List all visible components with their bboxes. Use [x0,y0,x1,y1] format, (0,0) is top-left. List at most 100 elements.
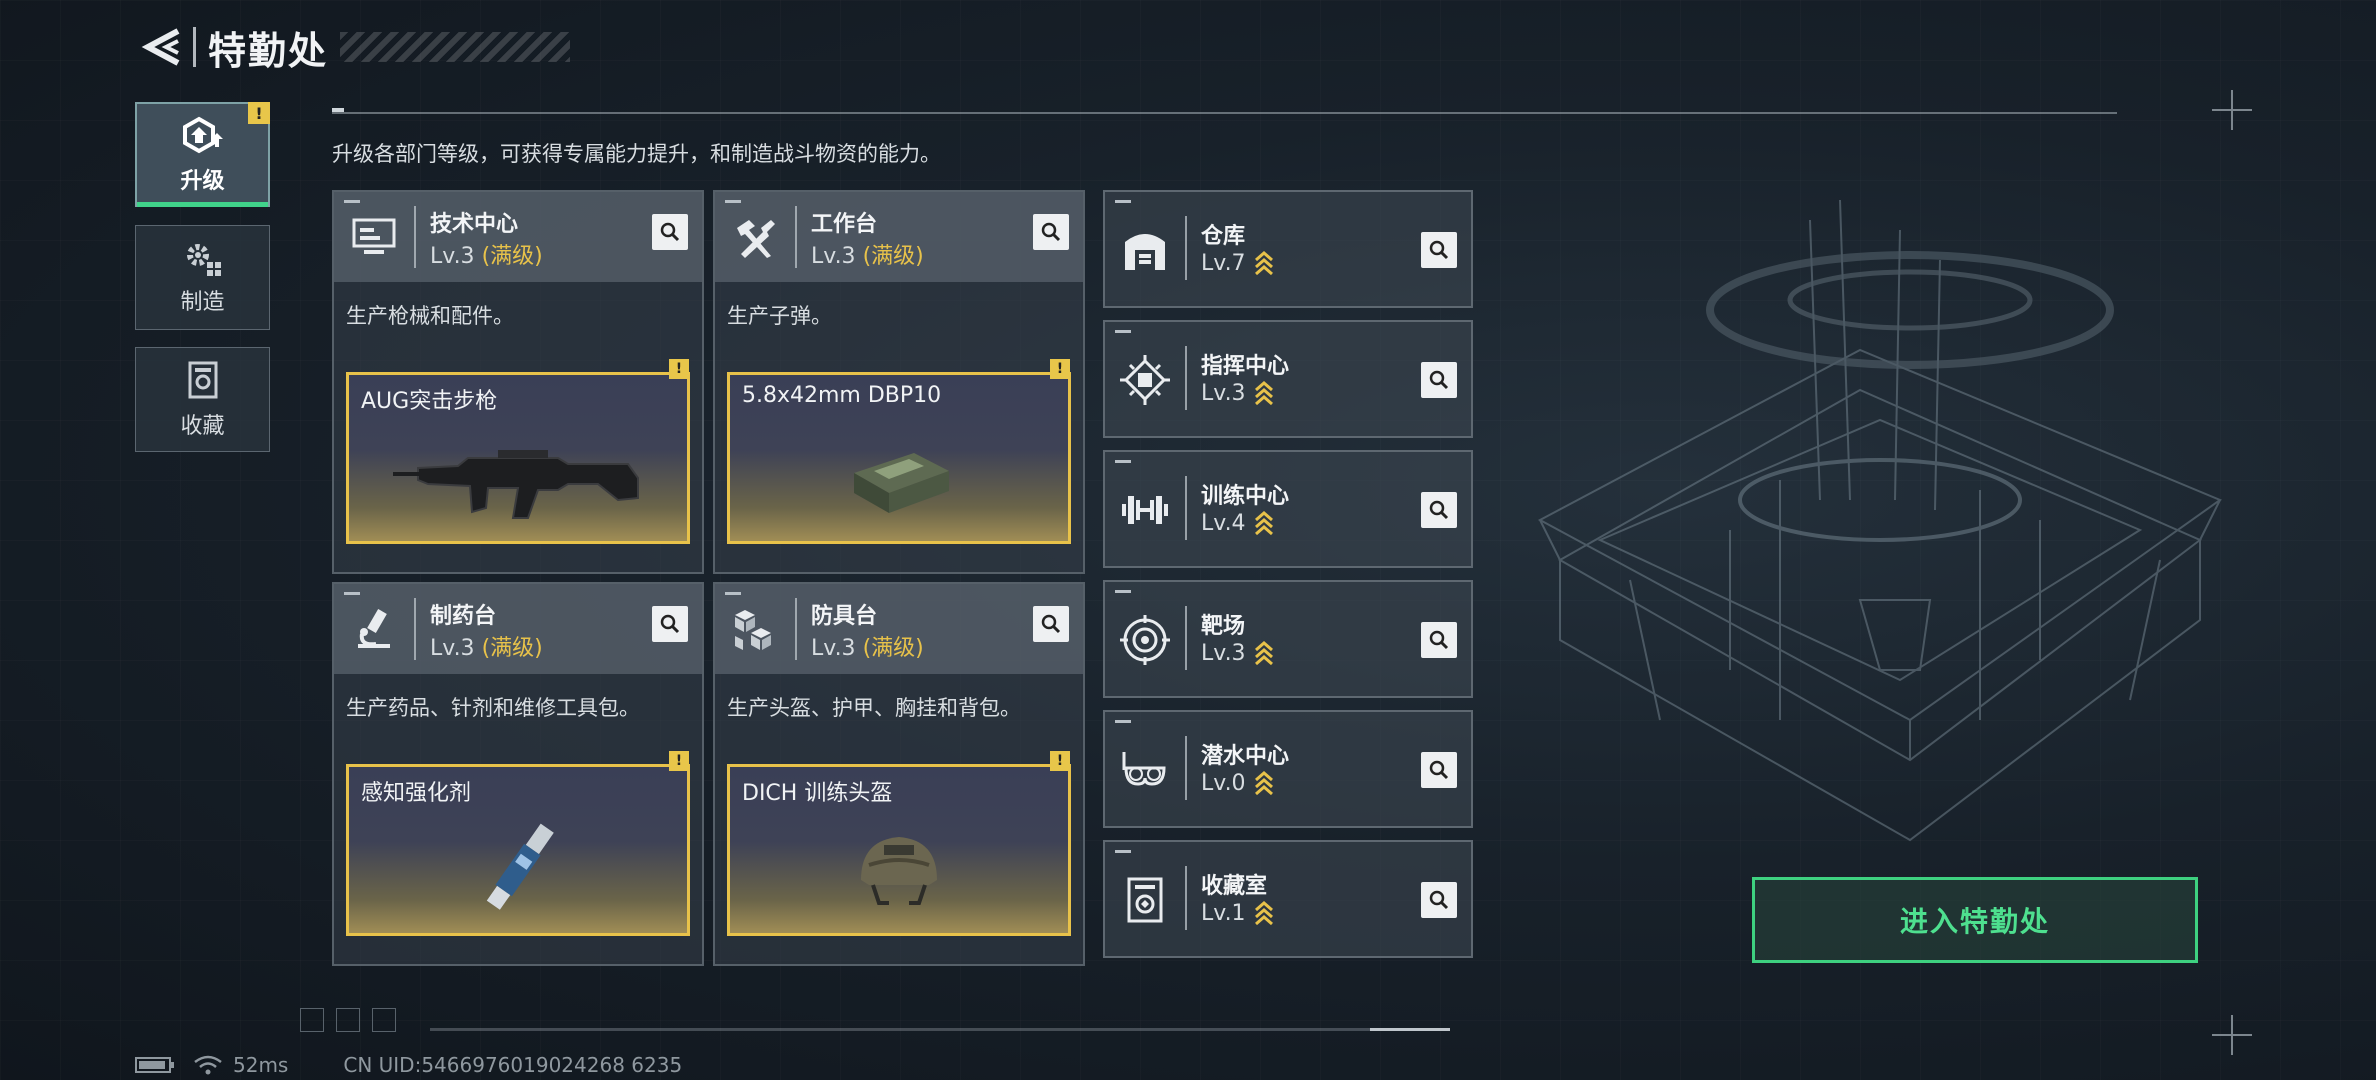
card-divider [414,206,416,268]
workstation-card-pharmacy[interactable]: 制药台 Lv.3 (满级) 生产药品、针剂和维修工具包。 ! 感知强化剂 [332,582,704,966]
upgrade-chevron-icon [1254,511,1273,536]
card-header: 制药台 Lv.3 (满级) [334,584,702,674]
card-divider [795,598,797,660]
workstation-level: Lv.3 (满级) [811,630,924,662]
corner-mark [725,200,741,203]
injector-icon [349,807,687,933]
workstation-name: 技术中心 [430,212,519,237]
search-icon [660,614,680,634]
enter-special-ops-button[interactable]: 进入特勤处 [1752,877,2198,963]
inspect-button[interactable] [1421,492,1457,528]
tab-collection[interactable]: 收藏 [135,347,270,452]
target-icon [1117,612,1173,668]
page-description: 升级各部门等级，可获得专属能力提升，和制造战斗物资的能力。 [332,142,941,166]
bottom-decoration [300,1008,396,1032]
level-value: Lv.3 [811,636,856,661]
product-alert-badge: ! [1050,359,1070,379]
facility-divider [1185,476,1187,540]
back-button[interactable] [135,22,185,72]
level-value: Lv.3 [430,636,475,661]
header: 特勤处 [135,22,571,73]
workstation-description: 生产头盔、护甲、胸挂和背包。 [727,696,1021,720]
product-alert-badge: ! [669,359,689,379]
tab-upgrade[interactable]: 升级 ! [135,102,270,207]
max-level-label: (满级) [481,244,543,269]
level-value: Lv.4 [1201,510,1246,536]
level-value: Lv.0 [1201,770,1246,796]
dumbbell-icon [1117,482,1173,538]
facility-collection-room[interactable]: 收藏室 Lv.1 [1103,840,1473,958]
facility-command-center[interactable]: 指挥中心 Lv.3 [1103,320,1473,438]
divider-mark [332,108,344,112]
collection-room-icon [1117,872,1173,928]
back-arrow-icon [141,28,180,66]
workstation-card-armor-bench[interactable]: 防具台 Lv.3 (满级) 生产头盔、护甲、胸挂和背包。 ! DICH 训练头盔 [713,582,1085,966]
search-icon [1041,222,1061,242]
upgrade-icon [182,116,223,153]
product-name: AUG突击步枪 [361,389,498,414]
crosshair-decoration [2212,1015,2252,1055]
corner-mark [344,592,360,595]
corner-mark [1115,330,1131,333]
level-value: Lv.1 [1201,900,1246,926]
inspect-button[interactable] [1421,752,1457,788]
facility-diving-center[interactable]: 潜水中心 Lv.0 [1103,710,1473,828]
product-name: 5.8x42mm DBP10 [742,383,942,408]
inspect-button[interactable] [1421,622,1457,658]
search-icon [1429,890,1449,910]
tab-manufacture-label: 制造 [180,289,225,315]
diving-mask-icon [1117,742,1173,798]
workstation-level: Lv.3 (满级) [430,238,543,270]
facility-level: Lv.0 [1201,770,1274,796]
workstation-card-workbench[interactable]: 工作台 Lv.3 (满级) 生产子弹。 ! 5.8x42mm DBP10 [713,190,1085,574]
level-value: Lv.3 [1201,640,1246,666]
bottom-progress-line [430,1028,1450,1031]
inspect-button[interactable] [1033,214,1069,250]
facility-warehouse[interactable]: 仓库 Lv.7 [1103,190,1473,308]
product-alert-badge: ! [669,751,689,771]
workstation-card-tech-center[interactable]: 技术中心 Lv.3 (满级) 生产枪械和配件。 ! AUG突击步枪 [332,190,704,574]
facility-divider [1185,346,1187,410]
header-divider [193,27,196,67]
level-value: Lv.3 [811,244,856,269]
facility-name: 潜水中心 [1201,744,1290,769]
product-slot-helmet[interactable]: ! DICH 训练头盔 [727,751,1071,936]
warehouse-icon [1117,222,1173,278]
corner-mark [344,200,360,203]
inspect-button[interactable] [652,606,688,642]
facility-name: 指挥中心 [1201,354,1290,379]
facility-name: 靶场 [1201,614,1246,639]
ping-value: 52ms [233,1053,289,1077]
workstation-name: 工作台 [811,212,878,237]
active-tab-indicator [137,202,268,207]
tab-manufacture[interactable]: 制造 [135,225,270,330]
inspect-button[interactable] [1033,606,1069,642]
base-wireframe-illustration [1537,200,2223,842]
max-level-label: (满级) [862,636,924,661]
upgrade-chevron-icon [1254,771,1273,796]
card-divider [795,206,797,268]
facility-shooting-range[interactable]: 靶场 Lv.3 [1103,580,1473,698]
max-level-label: (满级) [481,636,543,661]
search-icon [1429,760,1449,780]
product-slot-ammo[interactable]: ! 5.8x42mm DBP10 [727,359,1071,544]
facility-training-center[interactable]: 训练中心 Lv.4 [1103,450,1473,568]
card-header: 技术中心 Lv.3 (满级) [334,192,702,282]
inspect-button[interactable] [1421,232,1457,268]
search-icon [1041,614,1061,634]
bottom-progress-segment [1370,1028,1450,1031]
corner-mark [1115,720,1131,723]
product-slot-aug[interactable]: ! AUG突击步枪 [346,359,690,544]
workstation-description: 生产枪械和配件。 [346,304,514,328]
status-footer: 52ms CN UID:5466976019024268 6235 [135,1053,682,1077]
inspect-button[interactable] [1421,362,1457,398]
level-value: Lv.3 [1201,380,1246,406]
wifi-icon [194,1055,222,1075]
product-slot-stimulant[interactable]: ! 感知强化剂 [346,751,690,936]
corner-mark [1115,850,1131,853]
corner-mark [1115,590,1131,593]
workstation-level: Lv.3 (满级) [430,630,543,662]
inspect-button[interactable] [652,214,688,250]
facility-name: 仓库 [1201,224,1246,249]
inspect-button[interactable] [1421,882,1457,918]
